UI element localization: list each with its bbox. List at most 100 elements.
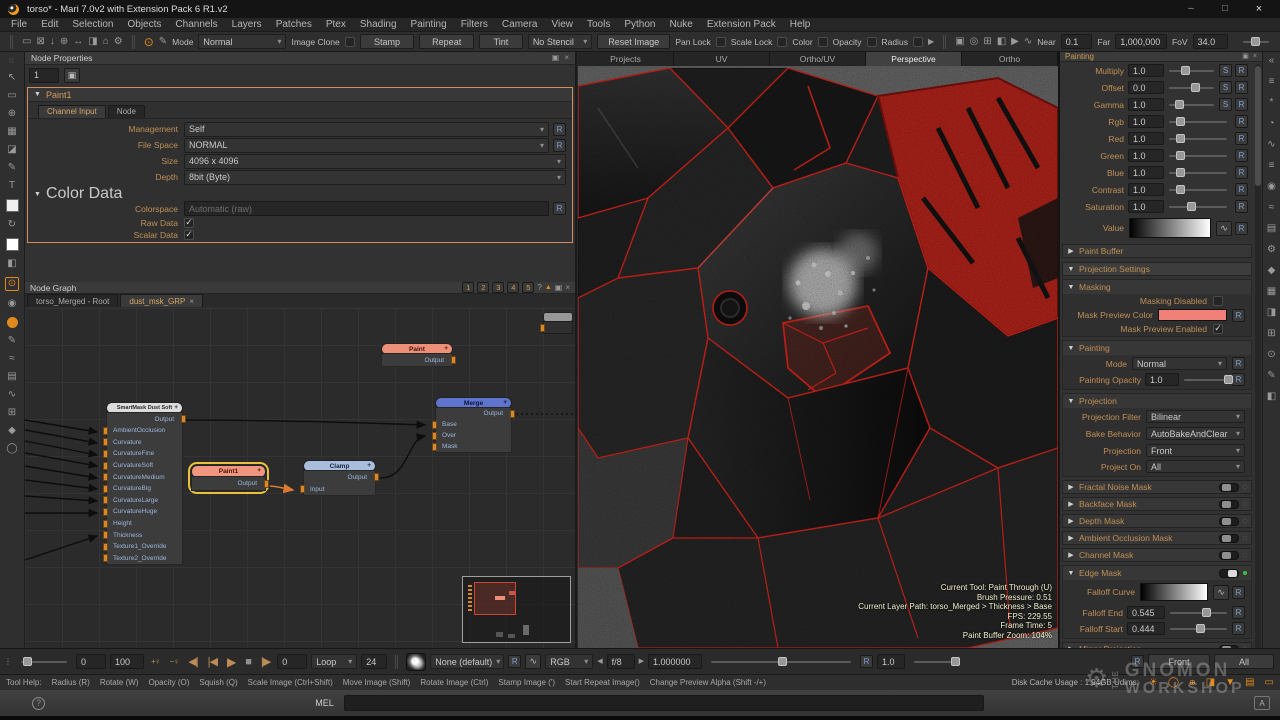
opacity-checkbox[interactable] — [867, 37, 877, 47]
timeline-grip[interactable]: ⋮ — [4, 658, 12, 666]
fractal-noise-mask-section[interactable]: ▶ Fractal Noise Mask — [1062, 480, 1252, 494]
bucket-status-icon[interactable]: ▼ — [1225, 678, 1235, 688]
menu-painting[interactable]: Painting — [404, 18, 454, 32]
multiply-slider[interactable] — [1169, 70, 1214, 72]
backface-mask-toggle[interactable] — [1219, 500, 1239, 509]
up-level-icon[interactable]: ▲ — [545, 284, 552, 291]
paint-mode-dropdown[interactable]: Normal▾ — [1132, 357, 1227, 370]
menu-filters[interactable]: Filters — [454, 18, 495, 32]
bookmark-5-button[interactable]: 5 — [522, 282, 534, 293]
paint-color-swatch[interactable] — [7, 317, 18, 328]
color-data-section-label[interactable]: Color Data — [46, 185, 122, 203]
reset-button[interactable]: R — [1235, 166, 1248, 179]
remove-key-icon[interactable]: −♀ — [170, 657, 179, 666]
curve-editor-button[interactable]: ∿ — [1216, 221, 1232, 236]
reset-button[interactable]: R — [1131, 655, 1144, 668]
copy-icon[interactable]: ◨ — [88, 37, 97, 47]
collapse-strip-icon[interactable]: « — [1269, 56, 1275, 66]
green-slider[interactable] — [1169, 155, 1227, 157]
snowflake-palette-icon[interactable]: * — [1270, 98, 1274, 108]
smartmask-dust-soft-node[interactable]: SmartMask Dust Soft + Output AmbientOccl… — [106, 402, 183, 565]
value-gradient-swatch[interactable] — [1129, 218, 1211, 238]
input-port[interactable] — [300, 485, 305, 493]
channel-mask-section[interactable]: ▶ Channel Mask — [1062, 548, 1252, 562]
lighting-flat-icon[interactable]: ▣ — [955, 37, 964, 47]
set-button[interactable]: S — [1219, 64, 1232, 77]
contrast-field[interactable]: 1.0 — [1128, 183, 1164, 196]
contrast-slider[interactable] — [1169, 189, 1227, 191]
reset-button[interactable]: R — [1232, 606, 1245, 619]
group-output-node[interactable] — [543, 312, 573, 335]
reset-button[interactable]: R — [553, 202, 566, 215]
add-udim-icon[interactable]: ⊕ — [1189, 679, 1196, 687]
output-port[interactable] — [451, 356, 456, 364]
snapshot-button[interactable]: ▣ — [64, 68, 80, 83]
target-palette-icon[interactable]: ⊙ — [1267, 350, 1275, 360]
menu-nuke[interactable]: Nuke — [663, 18, 700, 32]
mask-preview-enabled-checkbox[interactable] — [1213, 324, 1223, 334]
radius-checkbox[interactable] — [913, 37, 923, 47]
checker-palette-icon[interactable]: ▦ — [1267, 287, 1276, 297]
edge-mask-section[interactable]: ▼ Edge Mask — [1063, 566, 1251, 580]
palette-icon[interactable]: ◆ — [1268, 266, 1276, 276]
reset-button[interactable]: R — [1232, 586, 1245, 599]
file-status-icon[interactable]: ▭ — [1265, 678, 1274, 688]
slice-tool-icon[interactable]: ◪ — [7, 145, 16, 155]
gear-icon[interactable]: ⚙ — [114, 37, 123, 47]
reset-button[interactable]: R — [860, 655, 873, 668]
circle-select-tool-icon[interactable]: ◯ — [6, 444, 17, 454]
fov-field[interactable]: 34.0 — [1193, 34, 1228, 49]
reset-button[interactable]: R — [1235, 132, 1248, 145]
paint-through-tool-icon[interactable]: ⊙ — [5, 277, 19, 291]
file-space-dropdown[interactable]: NORMAL▾ — [184, 138, 549, 153]
brush-preview-button[interactable] — [406, 653, 426, 671]
list-palette-icon[interactable]: ≡ — [1269, 161, 1275, 171]
gamma-slider[interactable] — [1169, 104, 1214, 106]
gamma-slider[interactable] — [914, 661, 958, 663]
curve-editor-button[interactable]: ∿ — [1213, 585, 1229, 600]
close-panel-icon[interactable]: × — [564, 54, 569, 62]
input-port[interactable] — [540, 324, 545, 332]
current-frame-field[interactable]: 0 — [277, 654, 307, 669]
menu-tools[interactable]: Tools — [580, 18, 617, 32]
color-checkbox[interactable] — [818, 37, 828, 47]
gamma-field[interactable]: 1.0 — [877, 654, 905, 669]
project-on-dropdown[interactable]: All▾ — [1146, 460, 1245, 473]
gradient-tool-icon[interactable]: ▤ — [7, 372, 16, 382]
close-tab-icon[interactable]: × — [189, 297, 194, 306]
layers-palette-icon[interactable]: ≡ — [1269, 77, 1275, 87]
projection-settings-section[interactable]: ▼ Projection Settings — [1062, 262, 1252, 276]
fstop-decrease-icon[interactable]: ◀ — [597, 658, 602, 665]
reset-button[interactable]: R — [553, 139, 566, 152]
viewport-tab-uv[interactable]: UV — [674, 52, 770, 66]
input-port[interactable] — [103, 554, 108, 562]
swap-colors-icon[interactable]: ↻ — [8, 220, 16, 230]
mech-torso-3d-render[interactable] — [578, 68, 1058, 648]
menu-python[interactable]: Python — [617, 18, 662, 32]
scrollbar-thumb[interactable] — [1255, 66, 1261, 186]
exposure-field[interactable]: 1.000000 — [648, 654, 702, 669]
edge-mask-toggle[interactable] — [1219, 569, 1239, 578]
falloff-curve-swatch[interactable] — [1140, 583, 1208, 601]
reset-button[interactable]: R — [1235, 149, 1248, 162]
graph-tab-dust-msk-grp[interactable]: dust_msk_GRP × — [120, 294, 203, 307]
falloff-end-slider[interactable] — [1170, 612, 1227, 614]
input-port[interactable] — [103, 438, 108, 446]
front-projection-button[interactable]: Front — [1148, 654, 1210, 669]
minimize-button[interactable]: – — [1178, 4, 1204, 14]
shader-dropdown[interactable]: None (default)▾ — [430, 654, 504, 669]
masking-section[interactable]: ▼ Masking — [1063, 280, 1251, 294]
lights-palette-icon[interactable]: ◉ — [1267, 182, 1276, 192]
clamp-node[interactable]: Clamp + Output Input — [303, 460, 376, 496]
projection-filter-dropdown[interactable]: Bilinear▾ — [1146, 410, 1245, 423]
rgb-slider[interactable] — [1169, 121, 1227, 123]
saturation-field[interactable]: 1.0 — [1128, 200, 1164, 213]
input-port[interactable] — [103, 485, 108, 493]
tint-button[interactable]: Tint — [479, 34, 523, 49]
play-button[interactable]: ▶ — [227, 655, 235, 669]
add-port-icon[interactable]: + — [444, 345, 448, 352]
bake-behavior-dropdown[interactable]: AutoBakeAndClear▾ — [1146, 427, 1245, 440]
management-dropdown[interactable]: Self▾ — [184, 122, 549, 137]
vertical-scrollbar[interactable] — [1255, 64, 1261, 652]
depth-dropdown[interactable]: 8bit (Byte)▾ — [184, 170, 566, 185]
